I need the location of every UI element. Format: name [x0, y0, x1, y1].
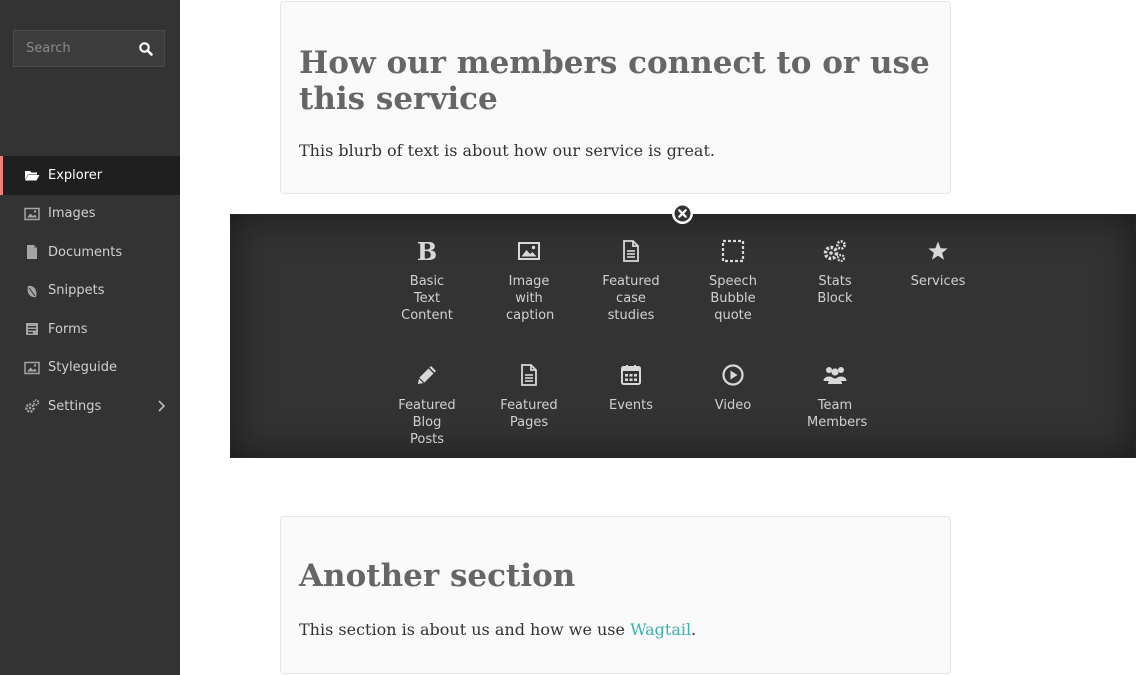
sidebar: Explorer Images Documents Snippets: [0, 0, 180, 675]
document-icon: [521, 364, 537, 386]
document-icon: [27, 245, 37, 260]
block-option-services[interactable]: Services: [888, 239, 988, 290]
close-chooser-button[interactable]: [672, 203, 693, 224]
block-option-label: Speech Bubble quote: [709, 274, 757, 323]
form-icon: [26, 323, 38, 336]
image-icon: [518, 242, 540, 260]
folder-open-icon: [25, 171, 40, 181]
block-option-label: Basic Text Content: [401, 274, 453, 323]
block-option-featured-blog-posts[interactable]: Featured Blog Posts: [377, 363, 477, 448]
dashed-square-icon: [721, 239, 745, 263]
snippet-icon: [27, 285, 37, 297]
document-icon: [623, 240, 639, 262]
sidebar-item-images[interactable]: Images: [0, 195, 180, 234]
sidebar-item-label: Documents: [48, 244, 123, 260]
sidebar-item-snippets[interactable]: Snippets: [0, 272, 180, 311]
block-option-label: Video: [714, 398, 752, 413]
wagtail-link[interactable]: Wagtail: [630, 620, 691, 639]
block-option-basic-text[interactable]: B Basic Text Content: [377, 239, 477, 324]
bold-icon: B: [417, 239, 437, 263]
block-option-video[interactable]: Video: [683, 363, 783, 414]
sidebar-item-label: Snippets: [48, 283, 105, 299]
section-body-text: This section is about us and how we use: [299, 620, 631, 639]
sidebar-item-label: Settings: [48, 398, 102, 414]
image-icon: [24, 207, 40, 220]
image-icon: [24, 361, 40, 374]
main-nav: Explorer Images Documents Snippets Forms…: [0, 156, 180, 426]
star-icon: [928, 241, 948, 260]
block-option-label: Featured Blog Posts: [398, 398, 456, 447]
sidebar-item-explorer[interactable]: Explorer: [0, 156, 180, 195]
section-body-text-end: .: [691, 620, 697, 639]
section-heading: Another section: [299, 558, 576, 594]
section-heading: How our members connect to or use this s…: [299, 45, 930, 117]
section-body: This blurb of text is about how our serv…: [299, 141, 715, 160]
block-option-label: Events: [608, 398, 653, 413]
calendar-icon: [621, 365, 641, 385]
block-option-speech-bubble-quote[interactable]: Speech Bubble quote: [683, 239, 783, 324]
block-option-stats-block[interactable]: Stats Block: [785, 239, 885, 307]
block-option-featured-case-studies[interactable]: Featured case studies: [581, 239, 681, 324]
search-icon[interactable]: [138, 41, 154, 57]
search-input[interactable]: [14, 31, 134, 66]
content-section: How our members connect to or use this s…: [280, 1, 951, 194]
block-option-label: Featured case studies: [602, 274, 660, 323]
sidebar-item-styleguide[interactable]: Styleguide: [0, 349, 180, 388]
sidebar-item-documents[interactable]: Documents: [0, 233, 180, 272]
sidebar-item-label: Forms: [48, 321, 88, 337]
chevron-right-icon: [158, 400, 166, 412]
block-option-label: Featured Pages: [500, 398, 558, 430]
play-circle-icon: [722, 364, 744, 386]
pencil-icon: [418, 366, 436, 384]
content-section: Another section This section is about us…: [280, 516, 951, 674]
cogs-icon: [823, 240, 846, 263]
section-body: This section is about us and how we use …: [299, 620, 696, 640]
block-option-label: Image with caption: [506, 274, 555, 323]
svg-text:B: B: [417, 239, 437, 263]
block-option-label: Stats Block: [817, 274, 853, 306]
block-option-label: Team Members: [807, 398, 868, 430]
sidebar-item-forms[interactable]: Forms: [0, 310, 180, 349]
cogs-icon: [25, 399, 40, 414]
sidebar-item-settings[interactable]: Settings: [0, 387, 180, 426]
close-icon: [674, 205, 691, 222]
block-option-image-caption[interactable]: Image with caption: [479, 239, 579, 324]
block-option-label: Services: [910, 274, 966, 289]
sidebar-item-label: Explorer: [48, 167, 103, 183]
block-option-featured-pages[interactable]: Featured Pages: [479, 363, 579, 431]
block-option-events[interactable]: Events: [581, 363, 681, 414]
block-option-team-members[interactable]: Team Members: [785, 363, 885, 431]
search-box: [13, 30, 165, 67]
group-icon: [823, 367, 847, 384]
block-chooser-panel: B Basic Text Content Image with caption …: [230, 214, 1136, 458]
sidebar-item-label: Styleguide: [48, 360, 118, 376]
sidebar-item-label: Images: [48, 206, 96, 222]
